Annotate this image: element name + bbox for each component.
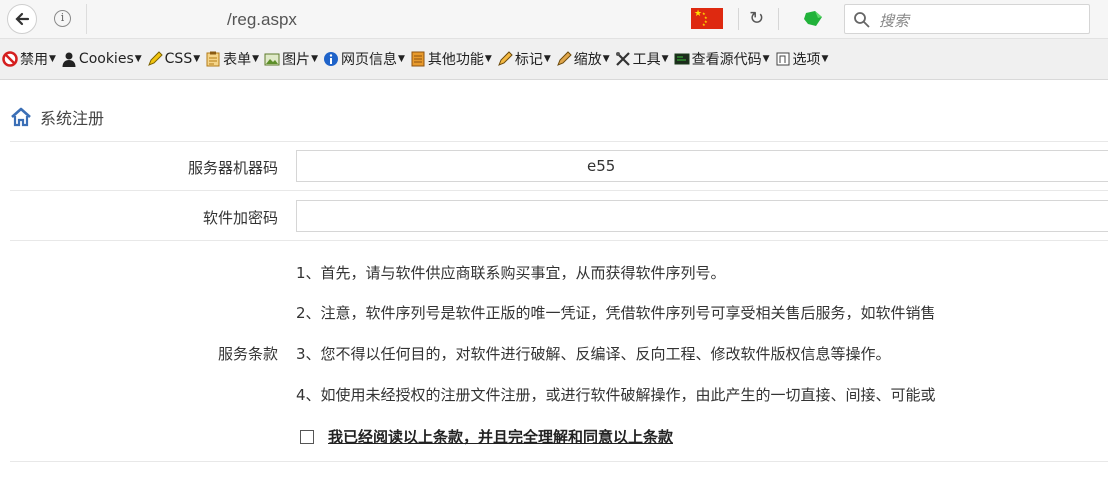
toolbar-label: 选项	[792, 52, 821, 68]
url-field[interactable]: /reg.aspx	[86, 4, 737, 34]
toolbar-item-images[interactable]: 图片 ▼	[264, 49, 318, 69]
options-icon	[776, 52, 790, 66]
chevron-down-icon: ▼	[602, 54, 610, 64]
reload-icon[interactable]: ↻	[749, 8, 764, 29]
chevron-down-icon: ▼	[311, 54, 318, 64]
toolbar-label: 工具	[632, 52, 661, 68]
toolbar-label: 标记	[514, 52, 543, 68]
home-icon	[11, 107, 31, 127]
address-bar: i /reg.aspx ★ ★ ★ ★ ★ ↻ 搜索	[0, 0, 1108, 39]
page-header: 系统注册	[10, 103, 104, 131]
toolbar-item-css[interactable]: CSS ▼	[147, 51, 200, 67]
toolbar-label: 表单	[223, 52, 252, 68]
toolbar-label: CSS	[164, 51, 193, 67]
back-arrow-icon	[15, 12, 30, 26]
search-placeholder: 搜索	[879, 12, 910, 30]
info-icon	[323, 52, 338, 66]
toolbar-label: 其他功能	[427, 52, 484, 68]
search-icon	[854, 12, 870, 28]
toolbar-item-view-source[interactable]: 查看源代码 ▼	[674, 49, 770, 69]
software-key-field[interactable]	[296, 200, 1108, 232]
chevron-down-icon: ▼	[252, 54, 260, 64]
terms-item: 1、首先，请与软件供应商联系购买事宜，从而获得软件序列号。	[296, 264, 726, 282]
toolbar-item-resize[interactable]: 缩放 ▼	[556, 49, 610, 69]
terms-item: 3、您不得以任何目的，对软件进行破解、反编译、反向工程、修改软件版权信息等操作。	[296, 345, 891, 363]
chevron-down-icon: ▼	[821, 54, 829, 64]
agree-label[interactable]: 我已经阅读以上条款，并且完全理解和同意以上条款	[328, 426, 673, 447]
chevron-down-icon: ▼	[484, 54, 492, 64]
toolbar-label: 禁用	[20, 52, 48, 68]
url-text: /reg.aspx	[227, 10, 297, 29]
chevron-down-icon: ▼	[49, 54, 56, 64]
chevron-down-icon: ▼	[661, 54, 669, 64]
toolbar-label: Cookies	[78, 51, 134, 67]
server-code-label: 服务器机器码	[187, 159, 278, 177]
page-title: 系统注册	[40, 109, 105, 128]
marker-icon	[497, 51, 513, 66]
misc-icon	[411, 51, 425, 67]
separator	[738, 8, 739, 30]
agree-terms[interactable]: 我已经阅读以上条款，并且完全理解和同意以上条款	[300, 426, 673, 447]
toolbar-item-options[interactable]: 选项 ▼	[775, 49, 829, 69]
software-key-label: 软件加密码	[202, 209, 278, 227]
toolbar-item-cookies[interactable]: Cookies ▼	[61, 51, 142, 67]
toolbar-label: 网页信息	[340, 52, 397, 68]
user-icon	[62, 52, 76, 67]
server-code-field[interactable]	[296, 150, 1108, 182]
toolbar-label: 查看源代码	[691, 52, 762, 68]
toolbar-item-misc[interactable]: 其他功能 ▼	[410, 49, 492, 69]
terms-label: 服务条款	[217, 345, 278, 363]
tools-icon	[615, 52, 630, 66]
form-icon	[206, 51, 220, 67]
toolbar-label: 图片	[282, 52, 311, 68]
china-flag-icon[interactable]: ★ ★ ★ ★ ★	[691, 8, 723, 29]
image-icon	[264, 53, 280, 66]
web-developer-toolbar: 禁用 ▼ Cookies ▼ CSS ▼ 表单 ▼ 图片 ▼ 网页信息 ▼ 其他功能 ▼ 标记…	[0, 39, 1108, 80]
chevron-down-icon: ▼	[397, 54, 405, 64]
chevron-down-icon: ▼	[762, 54, 770, 64]
resize-icon	[556, 51, 572, 66]
chevron-down-icon: ▼	[543, 54, 551, 64]
toolbar-item-tools[interactable]: 工具 ▼	[615, 49, 669, 69]
disable-icon	[2, 51, 18, 67]
separator	[778, 8, 779, 30]
toolbar-item-page-info[interactable]: 网页信息 ▼	[323, 49, 405, 69]
pencil-icon	[147, 51, 163, 66]
terms-item: 4、如使用未经授权的注册文件注册，或进行软件破解操作，由此产生的一切直接、间接、…	[296, 386, 936, 404]
toolbar-label: 缩放	[573, 52, 602, 68]
row-divider	[10, 190, 1108, 191]
toolbar-item-marker[interactable]: 标记 ▼	[497, 49, 551, 69]
back-button[interactable]	[7, 4, 37, 34]
row-divider	[10, 461, 1108, 462]
info-icon[interactable]: i	[54, 10, 71, 27]
source-icon	[674, 53, 690, 65]
row-divider	[10, 141, 1108, 142]
chevron-down-icon: ▼	[134, 54, 142, 64]
agree-checkbox[interactable]	[300, 429, 314, 444]
row-divider	[10, 240, 1108, 241]
toolbar-item-form[interactable]: 表单 ▼	[205, 49, 259, 69]
toolbar-item-disable[interactable]: 禁用 ▼	[2, 49, 56, 69]
search-field[interactable]: 搜索	[844, 4, 1090, 34]
server-code-value: e55	[587, 157, 616, 175]
chevron-down-icon: ▼	[193, 54, 201, 64]
terms-item: 2、注意，软件序列号是软件正版的唯一凭证，凭借软件序列号可享受相关售后服务，如软…	[296, 304, 936, 322]
extension-icon[interactable]	[800, 9, 826, 29]
